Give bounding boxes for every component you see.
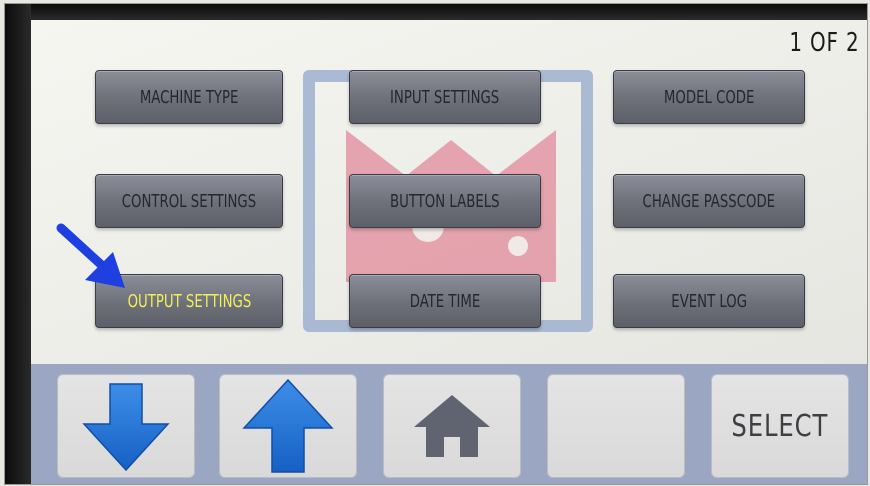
event-log-button[interactable]: EVENT LOG <box>613 274 805 328</box>
machine-type-button[interactable]: MACHINE TYPE <box>95 70 283 124</box>
change-passcode-label: CHANGE PASSCODE <box>642 190 776 212</box>
bezel-left <box>5 4 31 484</box>
touch-screen: 1 OF 2 MACHINE TYPE INPUT SETTINGS MODEL… <box>31 20 867 364</box>
bezel-top <box>5 4 867 20</box>
device-photo: 1 OF 2 MACHINE TYPE INPUT SETTINGS MODEL… <box>4 3 868 485</box>
select-button[interactable]: SELECT <box>711 374 849 478</box>
control-settings-label: CONTROL SETTINGS <box>121 190 257 212</box>
scroll-up-button[interactable] <box>219 374 357 478</box>
arrow-up-icon <box>242 378 334 473</box>
model-code-button[interactable]: MODEL CODE <box>613 70 805 124</box>
button-labels-button[interactable]: BUTTON LABELS <box>349 174 541 228</box>
arrow-down-icon <box>82 383 170 472</box>
bottom-nav-bar: SELECT <box>31 364 867 484</box>
control-settings-button[interactable]: CONTROL SETTINGS <box>95 174 283 228</box>
input-settings-label: INPUT SETTINGS <box>390 86 500 108</box>
button-labels-label: BUTTON LABELS <box>390 190 500 212</box>
select-label: SELECT <box>731 408 829 444</box>
change-passcode-button[interactable]: CHANGE PASSCODE <box>613 174 805 228</box>
date-time-label: DATE TIME <box>409 290 481 312</box>
scroll-down-button[interactable] <box>57 374 195 478</box>
machine-type-label: MACHINE TYPE <box>139 86 239 108</box>
home-button[interactable] <box>383 374 521 478</box>
date-time-button[interactable]: DATE TIME <box>349 274 541 328</box>
home-icon <box>414 395 490 457</box>
pointer-arrow-icon <box>56 223 125 288</box>
page-indicator: 1 OF 2 <box>788 28 859 58</box>
blank-nav-button[interactable] <box>547 374 685 478</box>
event-log-label: EVENT LOG <box>671 290 747 312</box>
input-settings-button[interactable]: INPUT SETTINGS <box>349 70 541 124</box>
model-code-label: MODEL CODE <box>663 86 755 108</box>
output-settings-label: OUTPUT SETTINGS <box>127 290 251 312</box>
